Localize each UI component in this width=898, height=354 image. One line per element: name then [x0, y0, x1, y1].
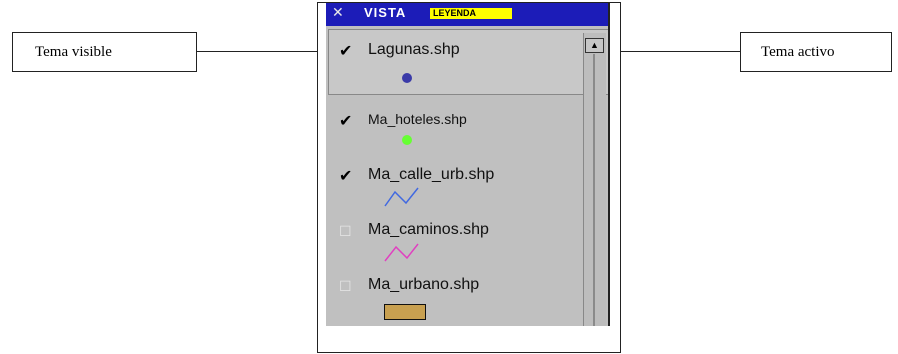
window-title-highlight: LEYENDA: [430, 8, 512, 19]
checkmark-icon[interactable]: ✔: [339, 114, 352, 130]
empty-checkbox-icon[interactable]: ☐: [339, 224, 352, 238]
table-of-contents-panel: ✕ VISTA LEYENDA ✔ Lagunas.shp ✔ Ma_hotel…: [326, 3, 610, 326]
layer-item-urbano[interactable]: ☐ Ma_urbano.shp: [326, 268, 576, 320]
polygon-symbol-icon: [384, 304, 426, 320]
app-icon: ✕: [332, 4, 344, 20]
layer-item-lagunas[interactable]: ✔ Lagunas.shp: [326, 33, 576, 83]
line-symbol-icon: [384, 187, 419, 207]
layer-label-lagunas: Lagunas.shp: [368, 41, 460, 58]
leader-line-visible: [197, 51, 337, 52]
window-title-bar: ✕ VISTA LEYENDA: [326, 3, 610, 26]
point-symbol-icon: [402, 135, 412, 145]
window-title: VISTA: [364, 5, 407, 19]
callout-tema-visible-label: Tema visible: [35, 43, 112, 60]
checkmark-icon[interactable]: ✔: [339, 44, 352, 60]
callout-tema-visible: Tema visible: [12, 32, 197, 72]
scroll-up-arrow-icon[interactable]: ▲: [585, 38, 604, 53]
scroll-track[interactable]: [593, 54, 595, 326]
line-symbol-icon: [384, 243, 419, 262]
empty-checkbox-icon[interactable]: ☐: [339, 279, 352, 293]
checkmark-icon[interactable]: ✔: [339, 169, 352, 185]
layer-label-caminos: Ma_caminos.shp: [368, 221, 489, 238]
vertical-scrollbar[interactable]: ▲: [583, 33, 606, 326]
layer-item-hoteles[interactable]: ✔ Ma_hoteles.shp: [326, 103, 576, 153]
layer-label-urbano: Ma_urbano.shp: [368, 276, 480, 293]
layer-item-caminos[interactable]: ☐ Ma_caminos.shp: [326, 213, 576, 263]
callout-tema-activo-label: Tema activo: [761, 43, 835, 60]
point-symbol-icon: [402, 73, 412, 83]
layer-label-calle-urb: Ma_calle_urb.shp: [368, 166, 495, 183]
layer-item-calle-urb[interactable]: ✔ Ma_calle_urb.shp: [326, 158, 576, 208]
callout-tema-activo: Tema activo: [740, 32, 892, 72]
toc-screenshot-frame: ✕ VISTA LEYENDA ✔ Lagunas.shp ✔ Ma_hotel…: [317, 2, 621, 353]
panel-right-border: [608, 3, 610, 326]
layer-label-hoteles: Ma_hoteles.shp: [368, 111, 467, 127]
